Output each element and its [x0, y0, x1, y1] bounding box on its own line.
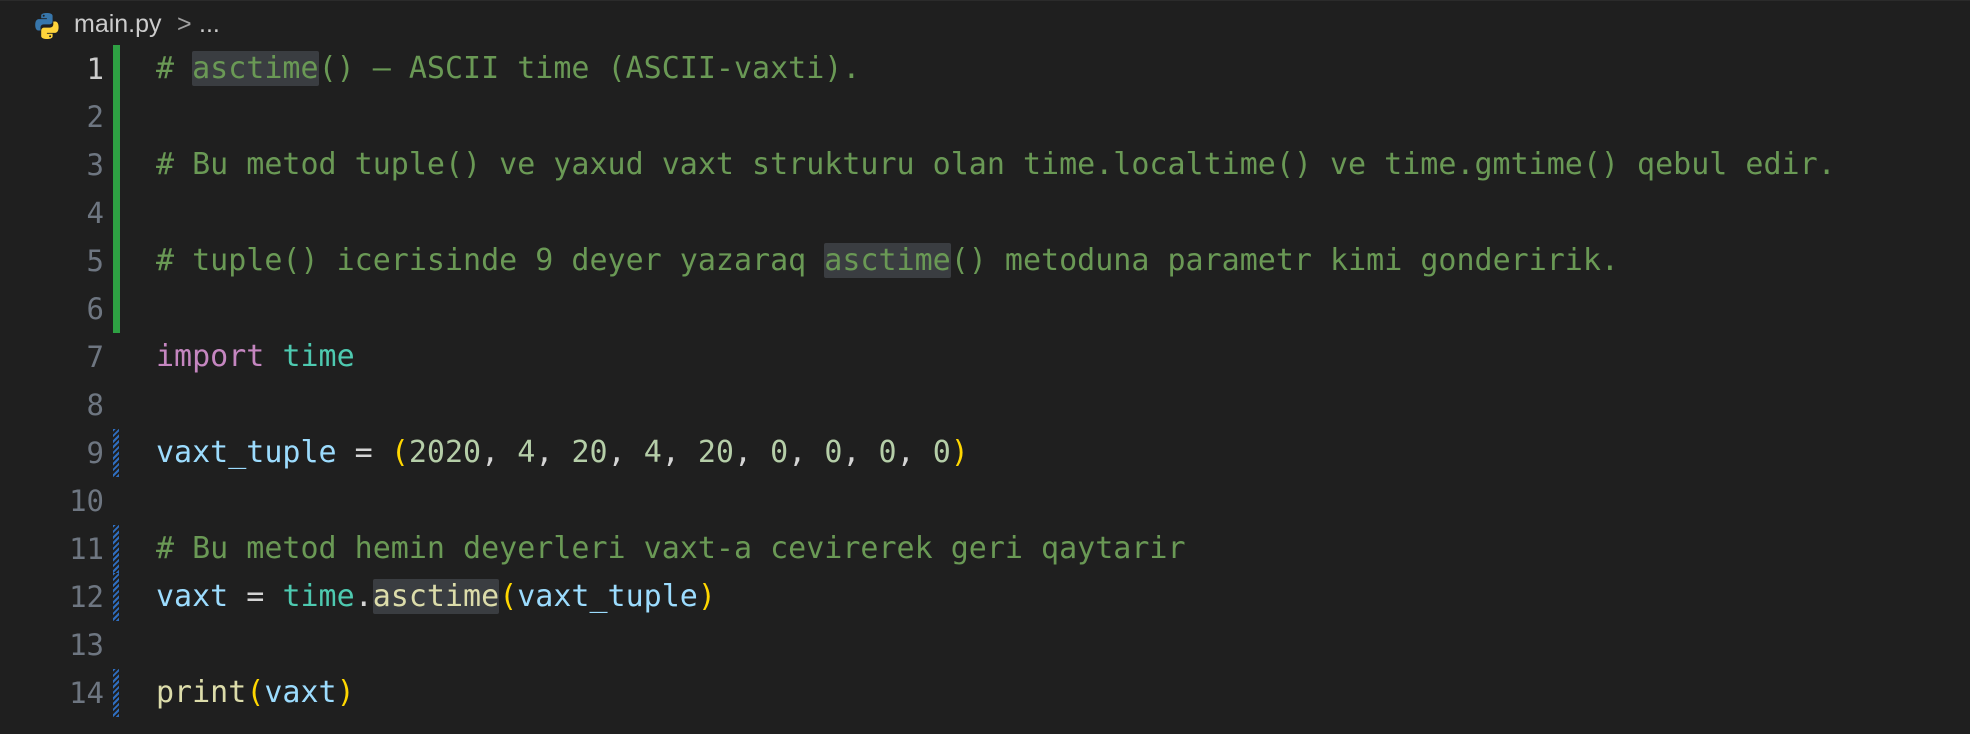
code-token: import [156, 339, 265, 374]
code-token: ( [390, 435, 409, 470]
code-text[interactable]: print(vaxt) [156, 675, 355, 711]
code-token: # [156, 51, 193, 86]
code-line[interactable]: 3 # Bu metod tuple() ve yaxud vaxt strukt… [0, 141, 1970, 189]
code-token: () metoduna parametr kimi gonderirik. [950, 243, 1619, 278]
code-token: asctime [372, 579, 500, 614]
breadcrumb-file[interactable]: main.py [74, 10, 162, 39]
code-line[interactable]: 5 # tuple() icerisinde 9 deyer yazaraq as… [0, 237, 1970, 285]
code-token: vaxt [156, 579, 229, 614]
gutter-added-marker[interactable] [113, 93, 120, 141]
gutter-added-marker[interactable] [113, 45, 120, 93]
code-lines[interactable]: 1 # asctime() – ASCII time (ASCII-vaxti).… [0, 45, 1970, 717]
code-token: 4 [517, 435, 536, 470]
code-line[interactable]: 6 [0, 285, 1970, 333]
line-number: 10 [69, 484, 104, 518]
breadcrumb: main.py > ... [0, 0, 1970, 47]
code-token: . [354, 579, 373, 614]
code-text[interactable]: # asctime() – ASCII time (ASCII-vaxti). [156, 51, 860, 87]
code-line[interactable]: 13 [0, 621, 1970, 669]
code-line[interactable]: 1 # asctime() – ASCII time (ASCII-vaxti). [0, 45, 1970, 93]
line-number: 6 [86, 292, 104, 326]
line-number: 14 [69, 676, 104, 710]
code-token: vaxt_tuple [156, 435, 337, 470]
line-number: 5 [86, 244, 104, 278]
code-line[interactable]: 4 [0, 189, 1970, 237]
code-token: ) [697, 579, 716, 614]
code-token: asctime [824, 243, 951, 278]
code-token: 0 [824, 435, 843, 470]
code-token: , [788, 435, 825, 470]
gutter-added-marker[interactable] [113, 141, 120, 189]
line-number: 9 [86, 436, 104, 470]
code-token: time [282, 579, 355, 614]
gutter-modified-marker[interactable] [113, 573, 119, 621]
code-token: vaxt [264, 675, 337, 710]
line-number: 11 [69, 532, 104, 566]
code-token: = [336, 435, 391, 470]
code-token: 0 [878, 435, 897, 470]
code-token: # tuple() icerisinde 9 deyer yazaraq [156, 243, 825, 278]
code-editor[interactable]: main.py > ... 1 # asctime() – ASCII time … [0, 0, 1970, 734]
line-number: 1 [86, 52, 104, 86]
code-line[interactable]: 2 [0, 93, 1970, 141]
code-token: 20 [571, 435, 608, 470]
python-icon [32, 11, 62, 41]
code-line[interactable]: 8 [0, 381, 1970, 429]
code-token: ) [336, 675, 355, 710]
code-line[interactable]: 14 print(vaxt) [0, 669, 1970, 717]
code-token: , [896, 435, 933, 470]
code-text[interactable]: vaxt_tuple = (2020, 4, 20, 4, 20, 0, 0, … [156, 435, 969, 471]
code-text[interactable]: import time [156, 339, 355, 375]
line-number: 8 [86, 388, 104, 422]
code-token: 20 [697, 435, 734, 470]
code-token: , [661, 435, 698, 470]
line-number: 7 [86, 340, 104, 374]
gutter-added-marker[interactable] [113, 189, 120, 237]
code-token: time [282, 339, 355, 374]
gutter-modified-marker[interactable] [113, 525, 119, 573]
line-number: 3 [86, 148, 104, 182]
code-token: asctime [192, 51, 319, 86]
code-token: # Bu metod tuple() ve yaxud vaxt struktu… [156, 147, 1836, 182]
code-line[interactable]: 12 vaxt = time.asctime(vaxt_tuple) [0, 573, 1970, 621]
code-token: , [607, 435, 644, 470]
gutter-added-marker[interactable] [113, 237, 120, 285]
code-token: print [156, 675, 247, 710]
code-line[interactable]: 7 import time [0, 333, 1970, 381]
line-number: 12 [69, 580, 104, 614]
code-token: , [734, 435, 771, 470]
code-token: vaxt_tuple [517, 579, 698, 614]
code-token: 2020 [408, 435, 482, 470]
line-number: 13 [69, 628, 104, 662]
code-token: 4 [643, 435, 662, 470]
line-number: 2 [86, 100, 104, 134]
code-line[interactable]: 9 vaxt_tuple = (2020, 4, 20, 4, 20, 0, 0,… [0, 429, 1970, 477]
code-text[interactable]: # Bu metod hemin deyerleri vaxt-a cevire… [156, 531, 1186, 567]
breadcrumb-separator-icon: > [177, 10, 192, 38]
code-token: ( [246, 675, 265, 710]
code-token: , [842, 435, 879, 470]
code-token: ) [950, 435, 969, 470]
code-token: 0 [932, 435, 951, 470]
code-line[interactable]: 11 # Bu metod hemin deyerleri vaxt-a cevi… [0, 525, 1970, 573]
gutter-added-marker[interactable] [113, 285, 120, 333]
code-token: , [535, 435, 572, 470]
breadcrumb-more[interactable]: ... [199, 10, 220, 39]
code-line[interactable]: 10 [0, 477, 1970, 525]
code-token: # Bu metod hemin deyerleri vaxt-a cevire… [156, 531, 1186, 566]
gutter-modified-marker[interactable] [113, 669, 119, 717]
gutter-modified-marker[interactable] [113, 429, 119, 477]
code-text[interactable]: # Bu metod tuple() ve yaxud vaxt struktu… [156, 147, 1836, 183]
code-token: 0 [770, 435, 789, 470]
code-token: ( [499, 579, 518, 614]
code-token: = [228, 579, 283, 614]
line-number: 4 [86, 196, 104, 230]
code-token: () – ASCII time (ASCII-vaxti). [318, 51, 861, 86]
code-token: , [481, 435, 518, 470]
code-text[interactable]: vaxt = time.asctime(vaxt_tuple) [156, 579, 716, 615]
code-text[interactable]: # tuple() icerisinde 9 deyer yazaraq asc… [156, 243, 1619, 279]
